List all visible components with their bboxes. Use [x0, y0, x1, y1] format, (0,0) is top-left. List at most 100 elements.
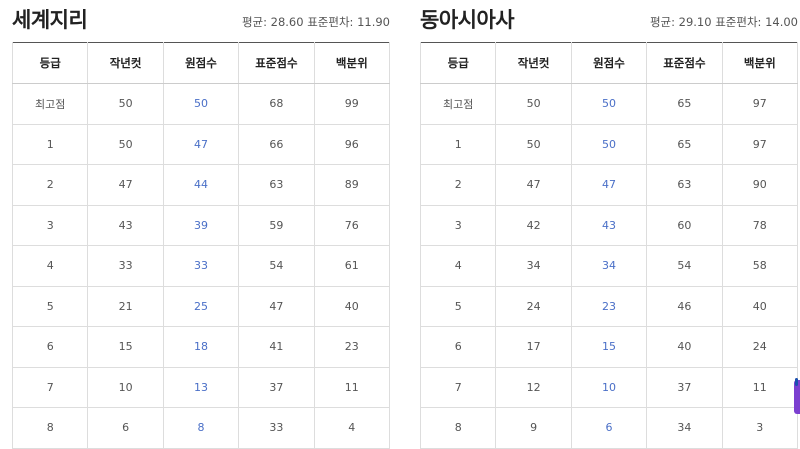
cell-grade: 7 [11, 367, 89, 408]
cell-percentile: 3 [721, 407, 799, 449]
cell-percentile: 23 [313, 326, 391, 368]
cell-standard-score: 63 [646, 164, 723, 206]
cell-percentile: 76 [313, 205, 391, 246]
table-row: 5 24 23 46 40 [419, 286, 799, 327]
table-row: 7 12 10 37 11 [419, 367, 799, 408]
cell-grade: 2 [419, 164, 497, 206]
column-header-standard-score: 표준점수 [646, 42, 723, 84]
table-row: 4 34 34 54 58 [419, 245, 799, 287]
table-row: 3 43 39 59 76 [11, 205, 391, 246]
cell-standard-score: 41 [238, 326, 315, 368]
cell-last-year-cut: 50 [87, 124, 164, 165]
cell-raw-score: 33 [162, 245, 240, 287]
cell-standard-score: 60 [646, 205, 723, 246]
cell-last-year-cut: 42 [495, 205, 572, 246]
score-panel-world-geography: 세계지리 평균: 28.60 표준편차: 11.90 등급 작년컷 원점수 표준… [11, 0, 391, 449]
cell-percentile: 61 [313, 245, 391, 287]
cell-raw-score: 43 [570, 205, 648, 246]
cell-percentile: 11 [721, 367, 799, 408]
subject-title: 세계지리 [12, 8, 88, 32]
column-header-percentile: 백분위 [313, 42, 391, 84]
cell-grade: 6 [419, 326, 497, 368]
table-row: 6 17 15 40 24 [419, 326, 799, 368]
cell-percentile: 78 [721, 205, 799, 246]
table-row: 1 50 50 65 97 [419, 124, 799, 165]
table-row: 6 15 18 41 23 [11, 326, 391, 368]
cell-percentile: 90 [721, 164, 799, 206]
cell-last-year-cut: 17 [495, 326, 572, 368]
table-row: 2 47 44 63 89 [11, 164, 391, 206]
cell-grade: 2 [11, 164, 89, 206]
subject-stats: 평균: 28.60 표준편차: 11.90 [241, 15, 390, 29]
panel-header: 동아시아사 평균: 29.10 표준편차: 14.00 [420, 0, 798, 42]
cell-raw-score: 44 [162, 164, 240, 206]
cell-grade: 5 [11, 286, 89, 327]
column-header-percentile: 백분위 [721, 42, 799, 84]
table-header-row: 등급 작년컷 원점수 표준점수 백분위 [419, 42, 799, 84]
cell-standard-score: 40 [646, 326, 723, 368]
cell-last-year-cut: 33 [87, 245, 164, 287]
cell-standard-score: 37 [646, 367, 723, 408]
cell-percentile: 4 [313, 407, 391, 449]
table-row: 최고점 50 50 65 97 [419, 83, 799, 125]
cell-last-year-cut: 12 [495, 367, 572, 408]
cell-grade: 3 [11, 205, 89, 246]
cell-grade: 6 [11, 326, 89, 368]
table-row: 8 6 8 33 4 [11, 407, 391, 449]
table-row: 7 10 13 37 11 [11, 367, 391, 408]
cell-grade: 8 [11, 407, 89, 449]
cell-raw-score: 34 [570, 245, 648, 287]
cell-raw-score: 18 [162, 326, 240, 368]
cell-raw-score: 50 [570, 83, 648, 125]
cell-raw-score: 47 [570, 164, 648, 206]
cell-standard-score: 65 [646, 83, 723, 125]
table-row: 1 50 47 66 96 [11, 124, 391, 165]
cell-standard-score: 33 [238, 407, 315, 449]
subject-title: 동아시아사 [420, 8, 515, 32]
cell-raw-score: 10 [570, 367, 648, 408]
cell-grade: 4 [11, 245, 89, 287]
cell-percentile: 97 [721, 124, 799, 165]
cell-standard-score: 68 [238, 83, 315, 125]
cell-grade: 최고점 [11, 83, 89, 125]
cell-last-year-cut: 34 [495, 245, 572, 287]
cell-raw-score: 47 [162, 124, 240, 165]
cell-grade: 최고점 [419, 83, 497, 125]
cell-last-year-cut: 50 [495, 83, 572, 125]
cell-standard-score: 59 [238, 205, 315, 246]
column-header-last-year-cut: 작년컷 [495, 42, 572, 84]
table-row: 최고점 50 50 68 99 [11, 83, 391, 125]
cell-raw-score: 39 [162, 205, 240, 246]
column-header-raw-score: 원점수 [162, 42, 240, 84]
cell-percentile: 96 [313, 124, 391, 165]
grade-cut-table: 등급 작년컷 원점수 표준점수 백분위 최고점 50 50 65 97 1 50 50 65 9… [419, 42, 799, 449]
cell-standard-score: 54 [646, 245, 723, 287]
column-header-raw-score: 원점수 [570, 42, 648, 84]
subject-stats: 평균: 29.10 표준편차: 14.00 [649, 15, 798, 29]
cell-last-year-cut: 47 [495, 164, 572, 206]
cell-raw-score: 50 [570, 124, 648, 165]
cell-standard-score: 47 [238, 286, 315, 327]
cell-raw-score: 13 [162, 367, 240, 408]
table-row: 8 9 6 34 3 [419, 407, 799, 449]
cell-standard-score: 54 [238, 245, 315, 287]
cell-last-year-cut: 50 [495, 124, 572, 165]
cell-standard-score: 37 [238, 367, 315, 408]
cell-grade: 1 [419, 124, 497, 165]
cell-last-year-cut: 24 [495, 286, 572, 327]
cell-raw-score: 15 [570, 326, 648, 368]
cell-standard-score: 63 [238, 164, 315, 206]
panel-header: 세계지리 평균: 28.60 표준편차: 11.90 [12, 0, 390, 42]
cell-standard-score: 34 [646, 407, 723, 449]
cell-last-year-cut: 10 [87, 367, 164, 408]
column-header-grade: 등급 [11, 42, 89, 84]
table-row: 3 42 43 60 78 [419, 205, 799, 246]
cell-last-year-cut: 43 [87, 205, 164, 246]
cell-raw-score: 6 [570, 407, 648, 449]
grade-cut-table: 등급 작년컷 원점수 표준점수 백분위 최고점 50 50 68 99 1 50 47 66 9… [11, 42, 391, 449]
cell-percentile: 99 [313, 83, 391, 125]
table-header-row: 등급 작년컷 원점수 표준점수 백분위 [11, 42, 391, 84]
cell-grade: 7 [419, 367, 497, 408]
cell-standard-score: 65 [646, 124, 723, 165]
score-panel-east-asian-history: 동아시아사 평균: 29.10 표준편차: 14.00 등급 작년컷 원점수 표… [419, 0, 799, 449]
